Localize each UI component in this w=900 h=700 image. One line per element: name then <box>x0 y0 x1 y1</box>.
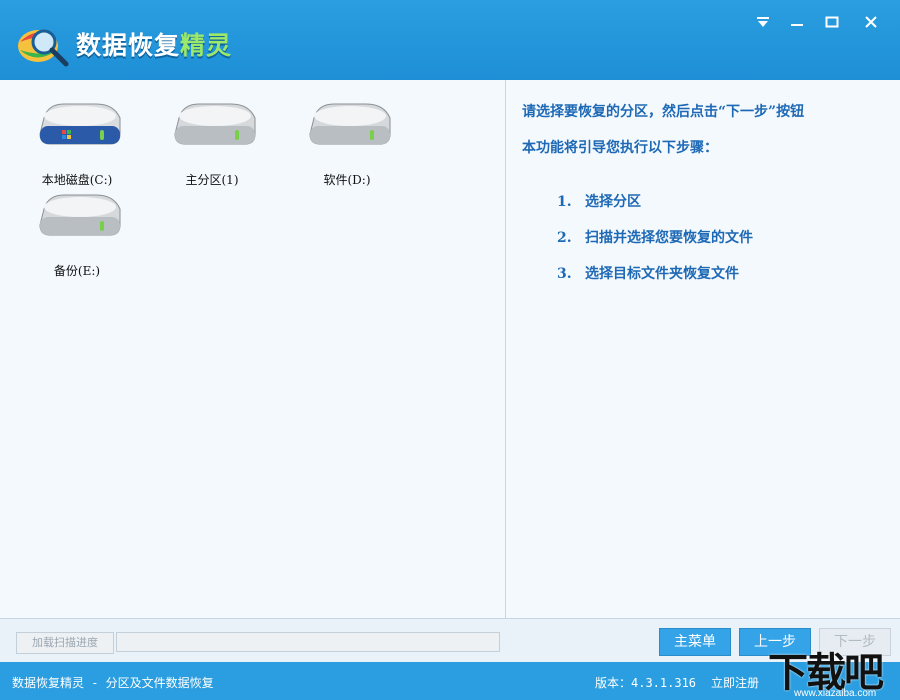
status-text: 数据恢复精灵 - 分区及文件数据恢复 <box>12 676 214 690</box>
load-scan-progress-button[interactable]: 加载扫描进度 <box>16 632 114 654</box>
hard-drive-icon <box>309 103 391 145</box>
drive-label: 备份(E:) <box>53 264 101 278</box>
step-item: 1. 选择分区 <box>557 194 641 210</box>
register-link[interactable]: 立即注册 <box>711 674 759 691</box>
title-bar: 数据恢复精灵 <box>0 0 900 80</box>
step-item: 3. 选择目标文件夹恢复文件 <box>557 266 739 282</box>
drive-label: 软件(D:) <box>323 173 371 187</box>
watermark-logo: 下载吧 www.xiazaiba.com <box>764 640 900 700</box>
watermark-url: www.xiazaiba.com <box>794 688 877 699</box>
hard-drive-icon <box>39 194 121 236</box>
instruction-panel: 请选择要恢复的分区，然后点击“下一步”按钮 本功能将引导您执行以下步骤： 1. 选… <box>506 80 900 618</box>
dropdown-menu-icon[interactable] <box>750 10 776 34</box>
system-drive-icon <box>39 103 121 145</box>
app-title: 数据恢复精灵 <box>76 31 233 60</box>
version-text: 版本：4.3.1.316 <box>595 676 697 690</box>
partition-list: 本地磁盘(C:) 主分区(1) 软件(D:) 备份(E:) <box>0 80 506 618</box>
drive-item-e[interactable]: 备份(E:) <box>22 191 132 278</box>
close-icon[interactable] <box>858 10 884 34</box>
step-item: 2. 扫描并选择您要恢复的文件 <box>557 230 753 246</box>
drive-item-c[interactable]: 本地磁盘(C:) <box>22 100 132 187</box>
hard-drive-icon <box>174 103 256 145</box>
scan-progress-bar <box>116 632 500 652</box>
main-menu-button[interactable]: 主菜单 <box>659 628 731 656</box>
minimize-icon[interactable] <box>784 10 810 34</box>
drive-item-partition1[interactable]: 主分区(1) <box>157 100 267 187</box>
drive-label: 主分区(1) <box>185 173 239 187</box>
instruction-line-2: 本功能将引导您执行以下步骤： <box>522 140 718 156</box>
drive-label: 本地磁盘(C:) <box>41 173 113 187</box>
instruction-line-1: 请选择要恢复的分区，然后点击“下一步”按钮 <box>522 104 805 120</box>
app-logo-icon <box>18 29 69 67</box>
maximize-icon[interactable] <box>819 10 845 34</box>
drive-item-d[interactable]: 软件(D:) <box>292 100 402 187</box>
